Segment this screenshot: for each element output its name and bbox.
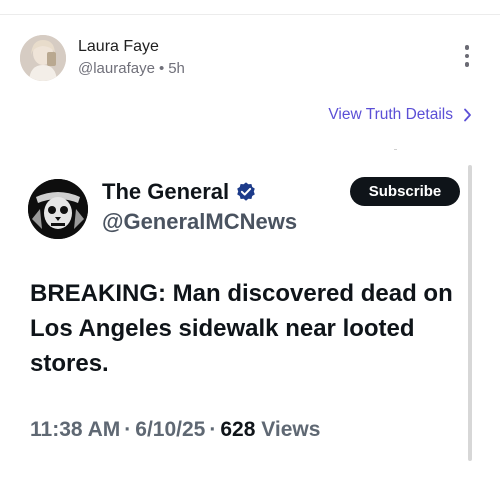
embedded-post-meta: 11:38 AM · 6/10/25 · 628 Views: [30, 418, 320, 442]
author-handle[interactable]: @laurafaye: [78, 60, 155, 77]
embedded-display-name: The General: [102, 179, 230, 204]
embedded-post-image[interactable]: The General @GeneralMCNews Subscribe BRE…: [16, 165, 480, 465]
more-vertical-icon[interactable]: [463, 45, 471, 69]
meta-separator: ·: [124, 418, 132, 441]
author-meta: @laurafaye • 5h: [78, 60, 185, 77]
embedded-handle: @GeneralMCNews: [102, 209, 298, 234]
divider-mark: [394, 149, 397, 150]
meta-separator: ·: [209, 418, 217, 441]
embedded-display-name-row: The General: [102, 179, 257, 205]
subscribe-button: Subscribe: [350, 177, 460, 206]
post-time: 5h: [168, 60, 185, 77]
post-header: Laura Faye @laurafaye • 5h: [20, 33, 480, 83]
verified-badge-icon: [237, 182, 255, 201]
truth-post-page: Laura Faye @laurafaye • 5h View Truth Deta…: [0, 0, 500, 478]
embed-scroll-bar: [468, 165, 472, 461]
view-truth-details-label: View Truth Details: [328, 106, 453, 123]
top-divider: [0, 14, 500, 15]
views-label: Views: [261, 418, 321, 441]
embedded-post-text: BREAKING: Man discovered dead on Los Ang…: [30, 280, 453, 377]
view-truth-details-link[interactable]: View Truth Details: [328, 106, 472, 124]
embedded-post-time: 11:38 AM: [30, 418, 121, 441]
author-avatar[interactable]: [20, 35, 66, 81]
chevron-right-icon: [464, 108, 471, 122]
embedded-post-date: 6/10/25: [135, 418, 206, 441]
the-general-avatar: [28, 179, 88, 239]
meta-dot: •: [158, 60, 165, 77]
views-count: 628: [220, 418, 256, 441]
author-name[interactable]: Laura Faye: [78, 38, 159, 56]
